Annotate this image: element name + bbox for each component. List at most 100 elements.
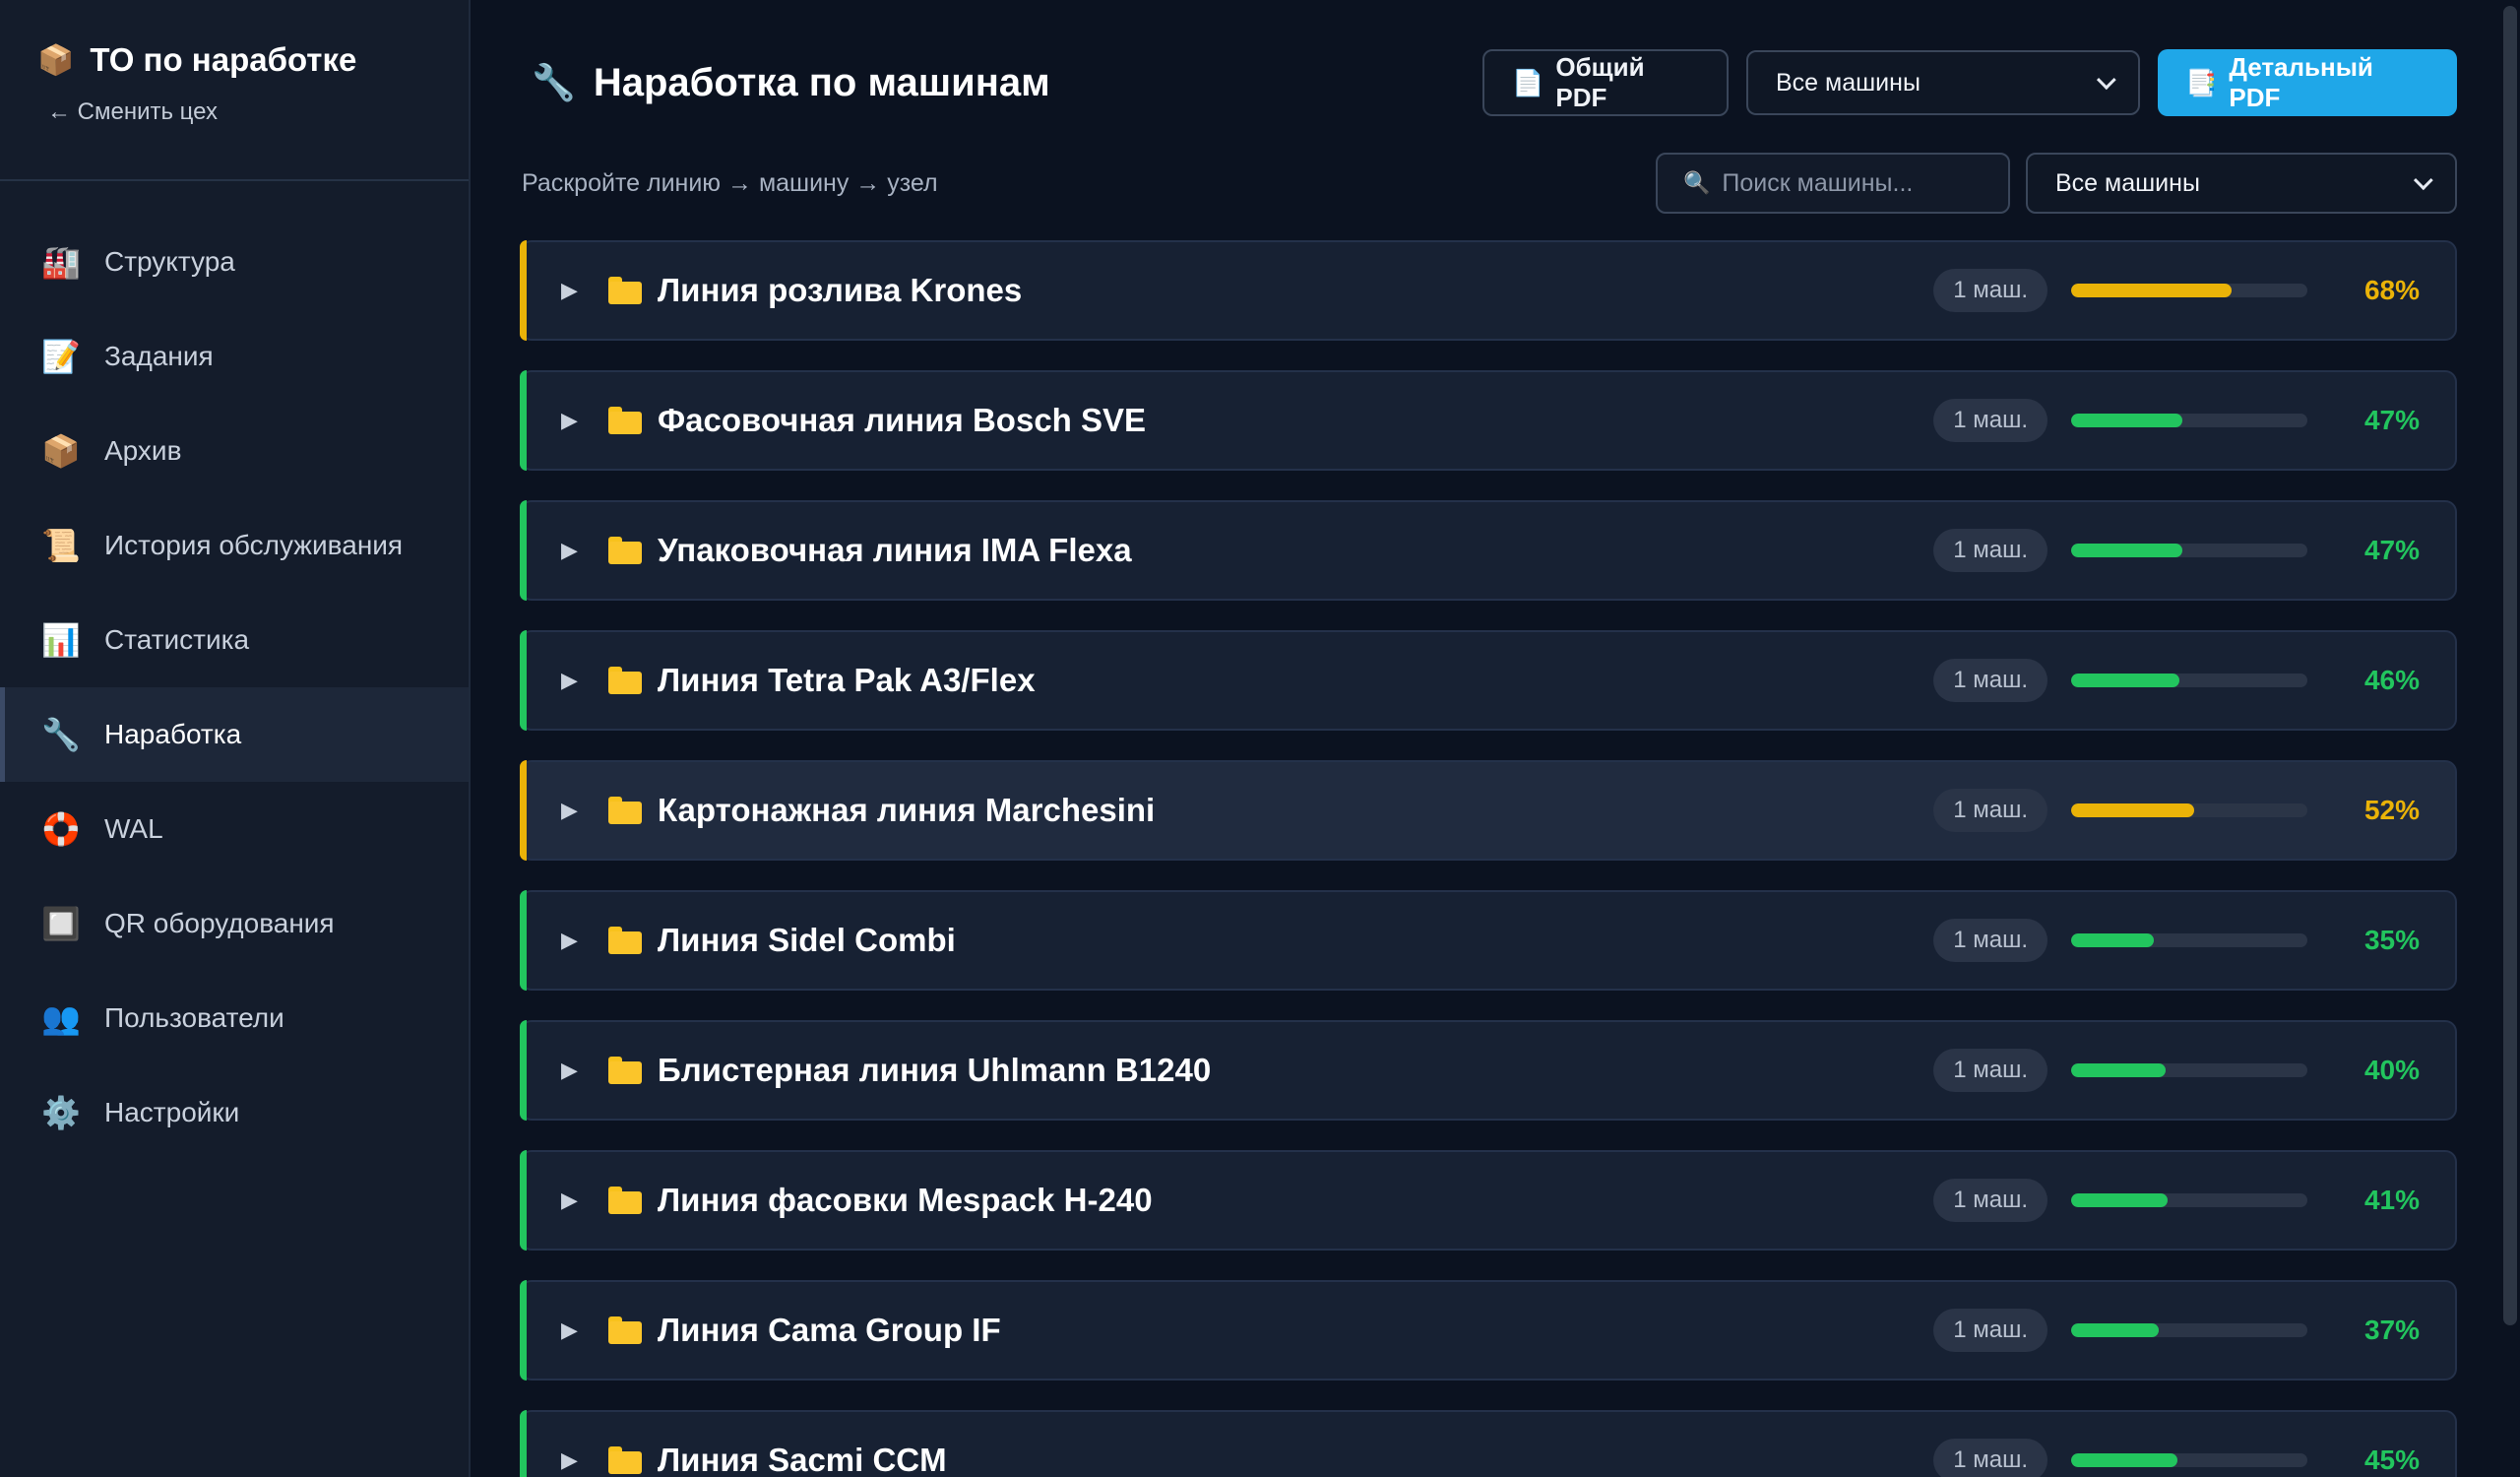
detailed-pdf-button[interactable]: 📑 Детальный PDF xyxy=(2158,49,2457,116)
sidebar-item-3[interactable]: 📜 История обслуживания xyxy=(0,498,469,593)
machine-count-badge: 1 маш. xyxy=(1933,1049,2048,1092)
line-name: Блистерная линия Uhlmann B1240 xyxy=(658,1052,1212,1088)
scrollbar-thumb[interactable] xyxy=(2503,6,2517,1325)
status-accent xyxy=(520,1020,527,1121)
sidebar-item-label: Наработка xyxy=(104,719,242,749)
sidebar-item-label: История обслуживания xyxy=(104,530,404,560)
machine-count-badge: 1 маш. xyxy=(1933,529,2048,572)
expand-arrow-icon[interactable]: ▶ xyxy=(561,668,591,693)
line-name: Фасовочная линия Bosch SVE xyxy=(658,402,1147,438)
folder-icon xyxy=(608,277,642,304)
progress-percent: 46% xyxy=(2363,665,2420,695)
sidebar-item-9[interactable]: ⚙️ Настройки xyxy=(0,1065,469,1160)
machine-count-badge: 1 маш. xyxy=(1933,399,2048,442)
nav-icon: 🛟 xyxy=(41,811,81,847)
sidebar-item-label: Структура xyxy=(104,246,235,277)
brand-header: 📦 ТО по наработке ← Сменить цех xyxy=(0,0,469,181)
sidebar-item-4[interactable]: 📊 Статистика xyxy=(0,593,469,687)
line-name: Линия Sidel Combi xyxy=(658,922,956,958)
machine-select[interactable]: Все машины xyxy=(1746,50,2140,115)
progress-percent: 68% xyxy=(2363,275,2420,305)
progress-bar xyxy=(2071,284,2307,297)
machine-count-badge: 1 маш. xyxy=(1933,919,2048,962)
line-stats: 1 маш. 46% xyxy=(1933,659,2455,702)
progress-bar-fill xyxy=(2071,1323,2159,1337)
expand-arrow-icon[interactable]: ▶ xyxy=(561,1188,591,1213)
sidebar-item-label: WAL xyxy=(104,813,163,844)
progress-bar-fill xyxy=(2071,414,2182,427)
filter-select[interactable]: Все машины xyxy=(2026,153,2457,214)
line-row[interactable]: ▶ Линия Sidel Combi 1 маш. 35% xyxy=(520,890,2457,991)
line-row[interactable]: ▶ Блистерная линия Uhlmann B1240 1 маш. 40% xyxy=(520,1020,2457,1121)
line-row[interactable]: ▶ Линия фасовки Mespack H-240 1 маш. 41% xyxy=(520,1150,2457,1251)
scrollbar[interactable] xyxy=(2500,0,2520,1477)
app-title-text: ТО по наработке xyxy=(90,41,357,78)
line-stats: 1 маш. 47% xyxy=(1933,529,2455,572)
line-name: Линия розлива Krones xyxy=(658,272,1023,308)
progress-bar-fill xyxy=(2071,933,2154,947)
lines-list: ▶ Линия розлива Krones 1 маш. 68% ▶ Фасовочна… xyxy=(520,240,2457,1477)
line-stats: 1 маш. 40% xyxy=(1933,1049,2455,1092)
expand-arrow-icon[interactable]: ▶ xyxy=(561,408,591,433)
sidebar-item-label: Пользователи xyxy=(104,1002,284,1033)
line-row[interactable]: ▶ Линия Cama Group IF 1 маш. 37% xyxy=(520,1280,2457,1381)
line-name: Линия фасовки Mespack H-240 xyxy=(658,1182,1153,1218)
sidebar-item-2[interactable]: 📦 Архив xyxy=(0,404,469,498)
line-row[interactable]: ▶ Картонажная линия Marchesini 1 маш. 52% xyxy=(520,760,2457,861)
search-icon: 🔍 xyxy=(1683,170,1711,195)
progress-percent: 40% xyxy=(2363,1055,2420,1085)
sidebar-item-7[interactable]: 🔲 QR оборудования xyxy=(0,876,469,971)
sidebar-item-0[interactable]: 🏭 Структура xyxy=(0,215,469,309)
expand-arrow-icon[interactable]: ▶ xyxy=(561,278,591,303)
progress-bar-fill xyxy=(2071,1063,2166,1077)
line-row[interactable]: ▶ Линия Tetra Pak A3/Flex 1 маш. 46% xyxy=(520,630,2457,731)
line-row[interactable]: ▶ Фасовочная линия Bosch SVE 1 маш. 47% xyxy=(520,370,2457,471)
sidebar-item-label: Задания xyxy=(104,341,214,371)
line-stats: 1 маш. 52% xyxy=(1933,789,2455,832)
nav-icon: 🔲 xyxy=(41,906,81,941)
search-input[interactable] xyxy=(1722,168,1979,198)
sidebar-item-6[interactable]: 🛟 WAL xyxy=(0,782,469,876)
general-pdf-label: Общий PDF xyxy=(1555,52,1645,112)
progress-percent: 52% xyxy=(2363,795,2420,825)
progress-percent: 37% xyxy=(2363,1315,2420,1345)
sidebar-item-label: Настройки xyxy=(104,1097,240,1127)
progress-percent: 47% xyxy=(2363,405,2420,435)
progress-percent: 45% xyxy=(2363,1445,2420,1475)
progress-percent: 47% xyxy=(2363,535,2420,565)
expand-arrow-icon[interactable]: ▶ xyxy=(561,1447,591,1473)
line-name: Линия Sacmi CCM xyxy=(658,1442,947,1477)
document-icon: 📑 xyxy=(2185,67,2218,97)
status-accent xyxy=(520,630,527,731)
line-row[interactable]: ▶ Линия розлива Krones 1 маш. 68% xyxy=(520,240,2457,341)
expand-arrow-icon[interactable]: ▶ xyxy=(561,798,591,823)
expand-arrow-icon[interactable]: ▶ xyxy=(561,1317,591,1343)
status-accent xyxy=(520,760,527,861)
main-content: 🔧 Наработка по машинам 📄 Общий PDF Все м… xyxy=(471,0,2520,1477)
sidebar-item-label: Статистика xyxy=(104,624,250,655)
line-row[interactable]: ▶ Линия Sacmi CCM 1 маш. 45% xyxy=(520,1410,2457,1477)
progress-percent: 35% xyxy=(2363,925,2420,955)
general-pdf-button[interactable]: 📄 Общий PDF xyxy=(1482,49,1729,116)
app-title: 📦 ТО по наработке xyxy=(37,41,433,79)
expand-arrow-icon[interactable]: ▶ xyxy=(561,538,591,563)
line-stats: 1 маш. 47% xyxy=(1933,399,2455,442)
sidebar-item-8[interactable]: 👥 Пользователи xyxy=(0,971,469,1065)
sidebar-nav: 🏭 Структура 📝 Задания 📦 Архив 📜 История обслужи… xyxy=(0,181,469,1160)
expand-arrow-icon[interactable]: ▶ xyxy=(561,928,591,953)
nav-icon: ⚙️ xyxy=(41,1095,81,1130)
machine-count-badge: 1 маш. xyxy=(1933,1439,2048,1477)
page-title: 🔧 Наработка по машинам xyxy=(532,61,1050,105)
line-row[interactable]: ▶ Упаковочная линия IMA Flexa 1 маш. 47% xyxy=(520,500,2457,601)
sidebar-item-1[interactable]: 📝 Задания xyxy=(0,309,469,404)
line-name: Упаковочная линия IMA Flexa xyxy=(658,532,1132,568)
status-accent xyxy=(520,1150,527,1251)
status-accent xyxy=(520,890,527,991)
expand-arrow-icon[interactable]: ▶ xyxy=(561,1058,591,1083)
search-box: 🔍 xyxy=(1656,153,2010,214)
machine-count-badge: 1 маш. xyxy=(1933,269,2048,312)
folder-icon xyxy=(608,1187,642,1214)
progress-bar-fill xyxy=(2071,803,2194,817)
sidebar-item-5[interactable]: 🔧 Наработка xyxy=(0,687,469,782)
change-workshop-link[interactable]: ← Сменить цех xyxy=(47,98,433,126)
